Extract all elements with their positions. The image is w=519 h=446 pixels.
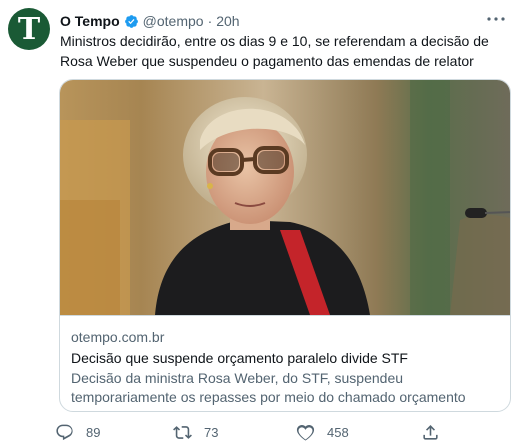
card-image bbox=[60, 80, 510, 315]
share-icon bbox=[421, 423, 440, 442]
tweet-timestamp[interactable]: 20h bbox=[216, 13, 239, 29]
card-description: Decisão da ministra Rosa Weber, do STF, … bbox=[71, 370, 466, 411]
reply-button[interactable]: 89 bbox=[55, 420, 100, 444]
card-body: otempo.com.br Decisão que suspende orçam… bbox=[60, 315, 510, 411]
reply-count: 89 bbox=[86, 424, 101, 440]
heart-icon bbox=[296, 423, 315, 442]
like-count: 458 bbox=[327, 424, 349, 440]
avatar[interactable]: T bbox=[8, 8, 50, 50]
author-name[interactable]: O Tempo bbox=[60, 13, 120, 29]
more-options-icon[interactable] bbox=[485, 10, 507, 28]
link-card[interactable]: otempo.com.br Decisão que suspende orçam… bbox=[59, 79, 511, 412]
author-handle[interactable]: @otempo bbox=[143, 13, 204, 29]
tweet-text: Ministros decidirão, entre os dias 9 e 1… bbox=[60, 33, 489, 69]
retweet-icon bbox=[173, 423, 192, 442]
action-bar: 89 73 458 bbox=[55, 420, 495, 444]
separator-dot: · bbox=[207, 13, 213, 29]
verified-badge-icon bbox=[124, 14, 139, 29]
avatar-letter: T bbox=[17, 12, 41, 47]
card-title: Decisão que suspende orçamento paralelo … bbox=[71, 350, 408, 366]
card-domain: otempo.com.br bbox=[71, 329, 165, 345]
like-button[interactable]: 458 bbox=[296, 420, 349, 444]
share-button[interactable] bbox=[421, 420, 440, 444]
tweet-header: O Tempo @otempo · 20h bbox=[60, 11, 240, 31]
tweet[interactable]: T O Tempo @otempo · 20h Ministros decidi… bbox=[0, 0, 519, 446]
retweet-count: 73 bbox=[204, 424, 219, 440]
reply-icon bbox=[55, 423, 74, 442]
retweet-button[interactable]: 73 bbox=[173, 420, 218, 444]
